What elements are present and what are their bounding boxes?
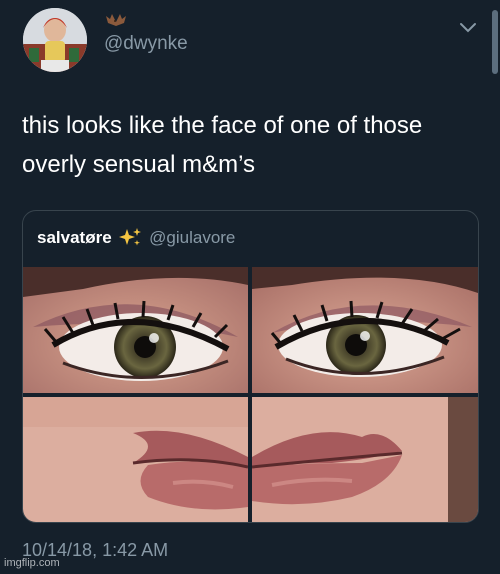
bat-emoji-icon <box>106 14 126 26</box>
chevron-down-icon[interactable] <box>458 20 478 34</box>
avatar[interactable] <box>23 8 87 72</box>
quoted-tweet-card[interactable]: salvatøre @giulavore <box>22 210 479 523</box>
tweet-text: this looks like the face of one of those… <box>22 106 482 184</box>
avatar-image <box>23 8 87 72</box>
tweet-text-line: overly sensual m&m’s <box>22 151 255 178</box>
scrollbar[interactable] <box>492 10 498 74</box>
imgflip-watermark: imgflip.com <box>4 557 60 569</box>
quoted-tweet-display-name[interactable]: salvatøre <box>37 228 112 247</box>
eye-photo-left-image <box>23 267 248 393</box>
quoted-tweet-handle[interactable]: @giulavore <box>149 228 235 247</box>
quoted-tweet-media[interactable] <box>23 267 478 522</box>
lips-photo-right[interactable] <box>252 397 478 522</box>
eye-photo-left[interactable] <box>23 267 248 393</box>
lips-photo-left[interactable] <box>23 397 248 522</box>
sparkles-icon <box>119 228 142 246</box>
quoted-tweet-header: salvatøre @giulavore <box>37 227 235 248</box>
lips-photo-right-image <box>252 397 478 522</box>
tweet-author-handle[interactable]: @dwynke <box>104 33 188 55</box>
eye-photo-right[interactable] <box>252 267 478 393</box>
eye-photo-right-image <box>252 267 478 393</box>
tweet-text-line: this looks like the face of one of those <box>22 112 423 139</box>
lips-photo-left-image <box>23 397 248 522</box>
